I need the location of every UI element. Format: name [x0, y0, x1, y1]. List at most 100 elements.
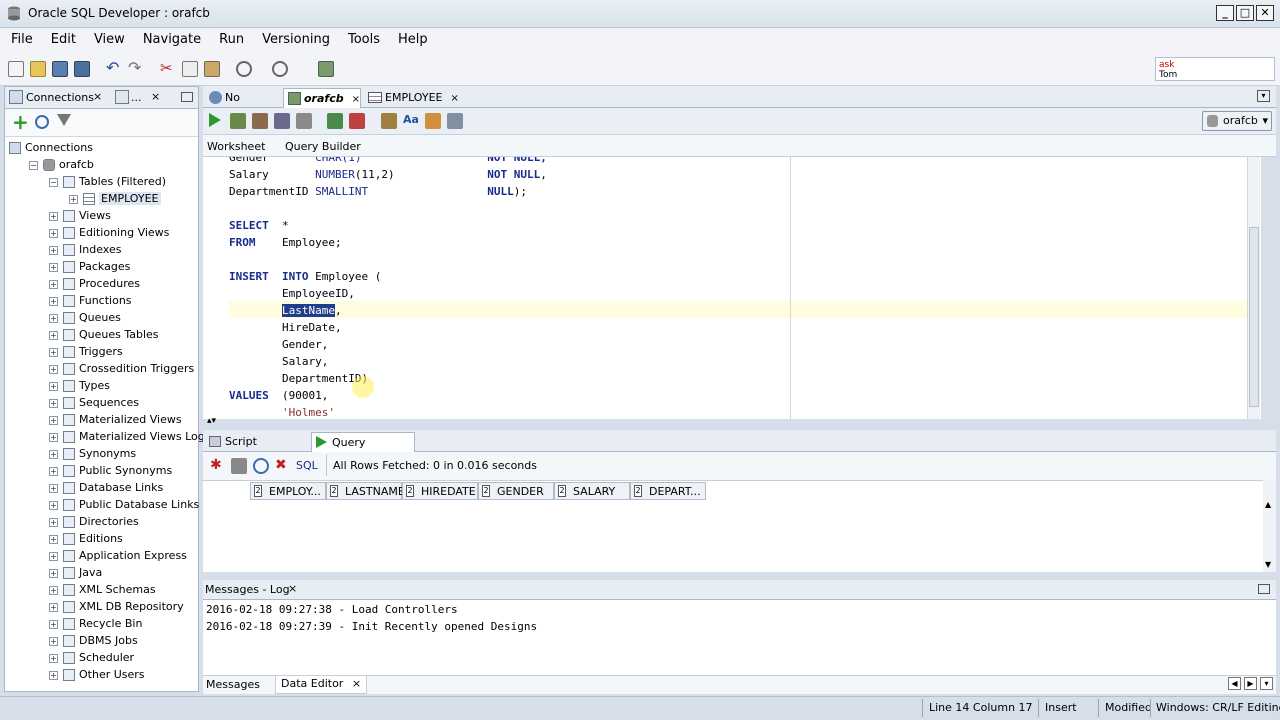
sort-icon[interactable]: 2	[634, 485, 642, 497]
tab-data-editor[interactable]: Data Editor ×	[275, 676, 368, 694]
refresh-icon[interactable]	[35, 115, 49, 129]
tree-item[interactable]: + Triggers	[49, 343, 123, 360]
tree-item[interactable]: − orafcb	[29, 156, 94, 173]
close-messages-icon[interactable]: ×	[288, 582, 297, 595]
tree-item[interactable]: + Java	[49, 564, 102, 581]
tree-expander-icon[interactable]: +	[49, 500, 58, 510]
close-window-button[interactable]: ✕	[1256, 5, 1274, 21]
tree-expander-icon[interactable]: +	[49, 432, 58, 442]
tree-expander-icon[interactable]: +	[49, 398, 58, 408]
tree-item[interactable]: + Editioning Views	[49, 224, 169, 241]
add-connection-icon[interactable]: +	[12, 112, 29, 132]
tree-item[interactable]: + Sequences	[49, 394, 139, 411]
tab-connections[interactable]: Connections	[26, 91, 94, 104]
save-all-icon[interactable]	[74, 61, 90, 77]
tree-item[interactable]: + Application Express	[49, 547, 187, 564]
sort-icon[interactable]: 2	[330, 485, 338, 497]
tree-item[interactable]: + Database Links	[49, 479, 163, 496]
tree-item[interactable]: + Synonyms	[49, 445, 136, 462]
tree-item[interactable]: + Editions	[49, 530, 123, 547]
tree-item[interactable]: − Tables (Filtered)	[49, 173, 166, 190]
back-icon[interactable]	[236, 61, 252, 77]
tree-item[interactable]: + Procedures	[49, 275, 140, 292]
tab-query-result[interactable]: Query Result×	[311, 432, 415, 468]
tab-no-title[interactable]: No Title×	[205, 88, 281, 123]
open-icon[interactable]	[30, 61, 46, 77]
tree-item[interactable]: + DBMS Jobs	[49, 632, 138, 649]
tree-item[interactable]: + Other Users	[49, 666, 145, 683]
menu-versioning[interactable]: Versioning	[251, 28, 337, 47]
tree-expander-icon[interactable]: +	[49, 296, 58, 306]
save-icon[interactable]	[52, 61, 68, 77]
scrollbar-thumb[interactable]	[1249, 227, 1259, 407]
to-upper-lower-icon[interactable]: Aa	[403, 113, 419, 129]
sql-worksheet-icon[interactable]	[318, 61, 334, 77]
tab-script-output[interactable]: Script Output×	[205, 432, 309, 467]
tree-expander-icon[interactable]: +	[49, 466, 58, 476]
undo-icon[interactable]: ↶	[106, 60, 122, 77]
tree-expander-icon[interactable]: +	[69, 194, 78, 204]
tree-item[interactable]: + Materialized Views Logs	[49, 428, 210, 445]
print-icon[interactable]	[231, 458, 247, 474]
scroll-up-icon[interactable]: ▲	[1265, 500, 1271, 509]
sql-link[interactable]: SQL	[296, 459, 318, 472]
column-header[interactable]: 2 GENDER	[478, 482, 554, 500]
scroll-left-icon[interactable]: ◀	[1228, 677, 1241, 690]
ask-tom-search[interactable]: ask Tom	[1155, 57, 1275, 81]
rollback-icon[interactable]	[349, 113, 365, 129]
column-header[interactable]: 2 DEPART...	[630, 482, 706, 500]
tree-item[interactable]: + Packages	[49, 258, 130, 275]
tree-item[interactable]: + Types	[49, 377, 110, 394]
explain-plan-icon[interactable]	[274, 113, 290, 129]
forward-icon[interactable]	[272, 61, 288, 77]
tab-orafcb[interactable]: orafcb ×	[283, 88, 361, 108]
sort-icon[interactable]: 2	[254, 485, 262, 497]
tree-expander-icon[interactable]: −	[29, 160, 38, 170]
tab-messages[interactable]: Messages	[206, 678, 260, 691]
run-statement-icon[interactable]	[209, 113, 221, 127]
tab-list-icon[interactable]: ▾	[1260, 677, 1273, 690]
tree-expander-icon[interactable]: +	[49, 585, 58, 595]
tree-expander-icon[interactable]: +	[49, 381, 58, 391]
close-tab-icon[interactable]: ×	[352, 677, 361, 690]
autotrace-icon[interactable]	[252, 113, 268, 129]
connection-selector[interactable]: orafcb ▾	[1202, 111, 1272, 131]
tree-item[interactable]: + Recycle Bin	[49, 615, 142, 632]
commit-icon[interactable]	[327, 113, 343, 129]
menu-navigate[interactable]: Navigate	[132, 28, 208, 47]
collapse-arrows-icon[interactable]: ▴▾	[207, 416, 216, 426]
refresh-icon[interactable]	[253, 458, 269, 474]
tree-item[interactable]: + EMPLOYEE	[69, 190, 161, 207]
editor-vertical-scrollbar[interactable]	[1247, 157, 1260, 419]
tab-worksheet[interactable]: Worksheet	[207, 140, 265, 153]
run-script-icon[interactable]	[230, 113, 246, 129]
tree-expander-icon[interactable]: +	[49, 602, 58, 612]
tab-employee[interactable]: EMPLOYEE ×	[365, 88, 459, 108]
maximize-button[interactable]: □	[1236, 5, 1254, 21]
tab-query-builder[interactable]: Query Builder	[285, 140, 361, 153]
tree-expander-icon[interactable]: +	[49, 279, 58, 289]
tree-expander-icon[interactable]: +	[49, 364, 58, 374]
sort-icon[interactable]: 2	[406, 485, 414, 497]
sql-history-icon[interactable]	[447, 113, 463, 129]
tree-expander-icon[interactable]: +	[49, 568, 58, 578]
unshared-sql-icon[interactable]	[381, 113, 397, 129]
tree-expander-icon[interactable]: +	[49, 313, 58, 323]
tree-expander-icon[interactable]: +	[49, 670, 58, 680]
tree-expander-icon[interactable]: +	[49, 211, 58, 221]
tree-expander-icon[interactable]: +	[49, 619, 58, 629]
menu-tools[interactable]: Tools	[337, 28, 387, 47]
tree-expander-icon[interactable]: +	[49, 534, 58, 544]
tree-item[interactable]: + Views	[49, 207, 111, 224]
new-icon[interactable]	[8, 61, 24, 77]
scroll-right-icon[interactable]: ▶	[1244, 677, 1257, 690]
editor-results-splitter[interactable]: ▴▾	[203, 416, 1276, 429]
tree-item[interactable]: + Crossedition Triggers	[49, 360, 194, 377]
column-header[interactable]: 2 LASTNAME	[326, 482, 405, 500]
tree-item[interactable]: + Scheduler	[49, 649, 134, 666]
cut-icon[interactable]: ✂	[160, 61, 176, 77]
tree-expander-icon[interactable]: +	[49, 483, 58, 493]
column-header[interactable]: 2 HIREDATE	[402, 482, 478, 500]
tree-expander-icon[interactable]: +	[49, 245, 58, 255]
tab-reports[interactable]: ...	[131, 91, 142, 104]
